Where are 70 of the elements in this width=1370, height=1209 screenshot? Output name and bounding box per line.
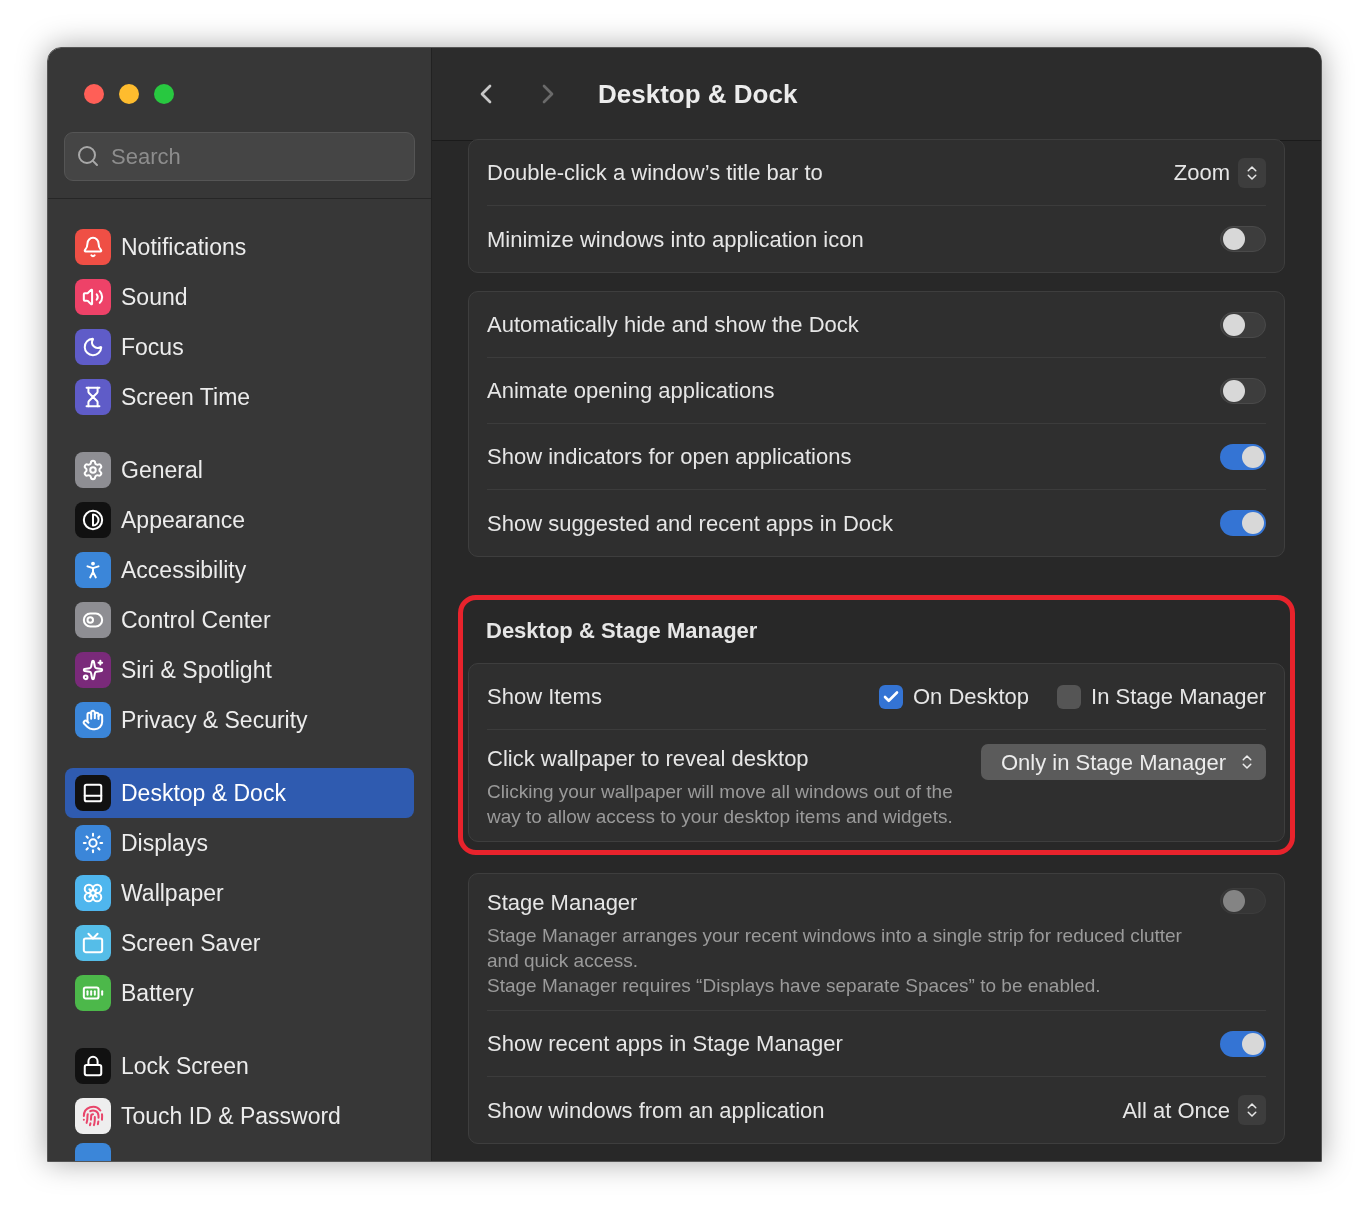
popup-button[interactable]: Only in Stage Manager <box>980 744 1266 780</box>
sidebar-item[interactable]: General <box>65 445 414 495</box>
toggle-switch[interactable] <box>1220 226 1266 252</box>
sidebar-item[interactable]: Lock Screen <box>65 1041 414 1091</box>
sidebar-item[interactable]: Control Center <box>65 595 414 645</box>
setting-description: Clicking your wallpaper will move all windows out of the way to allow access to your desktop items and widgets. <box>487 780 954 829</box>
toggle-switch[interactable] <box>1220 377 1266 404</box>
settings-pane-icon <box>75 702 111 738</box>
checkbox-label: In Stage Manager <box>1091 683 1266 711</box>
settings-pane-icon <box>75 279 111 315</box>
settings-pane-icon <box>75 925 111 961</box>
setting-description: Stage Manager requires “Displays have separate Spaces” to be enabled. <box>487 974 1102 998</box>
toggle-switch[interactable] <box>1220 510 1266 536</box>
toggle-switch[interactable] <box>1220 443 1266 470</box>
select-value[interactable]: All at Once <box>1122 1093 1230 1127</box>
sidebar-item[interactable]: Focus <box>65 322 414 372</box>
settings-pane-icon <box>75 552 111 588</box>
setting-label: Double-click a window’s title bar to <box>487 159 823 187</box>
zoom-window-icon[interactable] <box>154 84 174 104</box>
stepper-chevrons-icon[interactable] <box>1238 157 1266 188</box>
setting-label: Show windows from an application <box>487 1096 825 1125</box>
stepper-chevrons-icon[interactable] <box>1238 1095 1266 1125</box>
settings-pane-icon <box>75 229 111 265</box>
setting-label: Show suggested and recent apps in Dock <box>487 509 894 538</box>
sidebar-item[interactable]: Accessibility <box>65 545 414 595</box>
settings-pane-icon <box>75 875 111 911</box>
settings-pane-icon <box>75 775 111 811</box>
select-value[interactable]: Zoom <box>1173 156 1230 189</box>
setting-label: Automatically hide and show the Dock <box>487 311 859 339</box>
setting-label: Animate opening applications <box>487 377 775 405</box>
setting-label: Show Items <box>487 683 602 711</box>
sidebar-item[interactable]: Desktop & Dock <box>65 768 414 818</box>
checkbox[interactable] <box>1057 684 1082 709</box>
sidebar-item[interactable]: Screen Time <box>65 372 414 422</box>
setting-label: Show recent apps in Stage Manager <box>487 1030 843 1058</box>
settings-pane-icon <box>75 602 111 638</box>
settings-pane-icon <box>75 329 111 365</box>
sidebar-item[interactable]: Privacy & Security <box>65 695 414 745</box>
sidebar-item[interactable]: Appearance <box>65 495 414 545</box>
setting-label: Click wallpaper to reveal desktop <box>487 745 810 773</box>
sidebar-item[interactable]: Screen Saver <box>65 918 414 968</box>
sidebar-item[interactable]: Siri & Spotlight <box>65 645 414 695</box>
toggle-switch[interactable] <box>1220 1030 1266 1057</box>
search-field[interactable]: Search <box>64 132 415 181</box>
setting-label: Show indicators for open applications <box>487 443 852 471</box>
search-icon <box>76 144 100 168</box>
settings-pane-icon <box>75 379 111 415</box>
settings-pane-icon <box>75 1098 111 1134</box>
settings-pane-icon <box>75 1048 111 1084</box>
sidebar-item[interactable]: Sound <box>65 272 414 322</box>
minimize-window-icon[interactable] <box>119 84 139 104</box>
settings-pane-icon <box>75 652 111 688</box>
settings-pane-icon <box>75 452 111 488</box>
settings-pane-icon <box>75 825 111 861</box>
settings-pane-icon <box>75 975 111 1011</box>
setting-description: Stage Manager arranges your recent windows into a single strip for reduced clutter and quick access. <box>487 924 1183 973</box>
checkbox[interactable] <box>878 684 903 709</box>
sidebar-item[interactable]: Displays <box>65 818 414 868</box>
setting-label: Minimize windows into application icon <box>487 225 864 254</box>
checkbox-label: On Desktop <box>912 683 1030 711</box>
sidebar-item[interactable]: Battery <box>65 968 414 1018</box>
window-title: Desktop & Dock <box>598 77 798 111</box>
sidebar-item[interactable]: Touch ID & Password <box>65 1091 414 1141</box>
sidebar-item[interactable]: Wallpaper <box>65 868 414 918</box>
settings-pane-icon <box>75 502 111 538</box>
sidebar-item[interactable]: Notifications <box>65 222 414 272</box>
section-title: Desktop & Stage Manager <box>485 617 759 645</box>
toggle-switch[interactable] <box>1220 311 1266 338</box>
close-window-icon[interactable] <box>84 84 104 104</box>
setting-label: Stage Manager <box>487 889 639 917</box>
